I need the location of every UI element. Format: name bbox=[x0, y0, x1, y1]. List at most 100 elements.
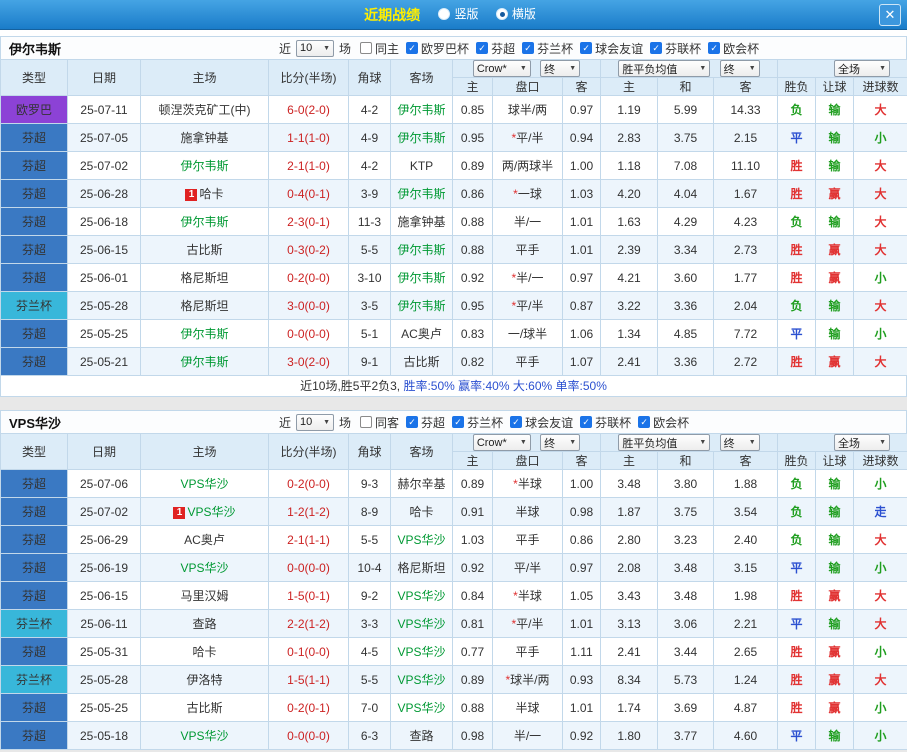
final-select-1[interactable]: 终 ▼ bbox=[540, 60, 581, 77]
goals-over-under: 小 bbox=[853, 721, 907, 750]
final-select-1[interactable]: 终 ▼ bbox=[540, 434, 581, 451]
away-team-name: VPS华沙 bbox=[397, 645, 446, 659]
league-checkbox-5[interactable]: ✓ 欧会杯 bbox=[708, 40, 759, 57]
checkbox-icon[interactable]: ✓ bbox=[580, 416, 593, 428]
result-wdl: 平 bbox=[777, 123, 817, 152]
same-venue-checkbox[interactable]: 同主 bbox=[360, 40, 399, 57]
layout-option-vertical[interactable]: 竖版 bbox=[438, 5, 479, 22]
result-wdl: 负 bbox=[777, 95, 817, 124]
asian-handicap: 球半/两 bbox=[492, 95, 563, 124]
away-team-name: VPS华沙 bbox=[397, 533, 446, 547]
checkbox-icon[interactable]: ✓ bbox=[406, 416, 419, 428]
league-type-badge: 芬超 bbox=[0, 319, 68, 348]
result-wdl: 平 bbox=[777, 553, 817, 582]
checkbox-icon[interactable] bbox=[360, 42, 373, 54]
euro-lose-odds: 1.24 bbox=[712, 665, 779, 694]
league-checkbox-2[interactable]: ✓ 芬兰杯 bbox=[522, 40, 573, 57]
checkbox-icon[interactable]: ✓ bbox=[476, 42, 489, 54]
bookmaker-select[interactable]: Crow* ▼ bbox=[472, 60, 531, 77]
score: 0-0(0-0) bbox=[268, 553, 349, 582]
same-venue-checkbox[interactable]: 同客 bbox=[360, 414, 399, 431]
checkbox-icon[interactable]: ✓ bbox=[708, 42, 721, 54]
corner-score: 5-5 bbox=[348, 665, 391, 694]
euro-win-odds: 2.41 bbox=[600, 637, 658, 666]
league-checkbox-2[interactable]: ✓ 球会友谊 bbox=[510, 414, 573, 431]
odds-average-select[interactable]: 胜平负均值 ▼ bbox=[618, 434, 711, 451]
euro-win-odds: 1.80 bbox=[600, 721, 658, 750]
league-checkbox-3[interactable]: ✓ 芬联杯 bbox=[580, 414, 631, 431]
league-checkbox-1[interactable]: ✓ 芬兰杯 bbox=[452, 414, 503, 431]
euro-win-odds: 2.39 bbox=[600, 235, 658, 264]
euro-lose-odds: 2.15 bbox=[712, 123, 779, 152]
match-date: 25-06-18 bbox=[67, 207, 141, 236]
layout-option-horizontal[interactable]: 横版 bbox=[495, 5, 536, 22]
score: 0-0(0-0) bbox=[268, 721, 349, 750]
chevron-down-icon: ▼ bbox=[748, 439, 756, 446]
scope-select-value: 全场 bbox=[838, 437, 861, 450]
corner-score: 9-2 bbox=[348, 581, 391, 610]
checkbox-icon[interactable]: ✓ bbox=[580, 42, 593, 54]
league-checkbox-0[interactable]: ✓ 欧罗巴杯 bbox=[406, 40, 469, 57]
match-date: 25-06-15 bbox=[67, 581, 141, 610]
asian-handicap: *平/半 bbox=[492, 123, 563, 152]
corner-score: 6-3 bbox=[348, 721, 391, 750]
result-wdl: 平 bbox=[777, 721, 817, 750]
asian-home-odds: 0.81 bbox=[452, 609, 493, 638]
odds-average-select[interactable]: 胜平负均值 ▼ bbox=[618, 60, 711, 77]
final-select-2[interactable]: 终 ▼ bbox=[719, 60, 760, 77]
league-checkbox-4[interactable]: ✓ 欧会杯 bbox=[638, 414, 689, 431]
home-team: 伊尔韦斯 bbox=[140, 319, 269, 348]
goals-over-under: 小 bbox=[853, 123, 907, 152]
home-team: VPS华沙 bbox=[140, 469, 269, 498]
checkbox-icon[interactable]: ✓ bbox=[522, 42, 535, 54]
score: 1-2(1-2) bbox=[268, 497, 349, 526]
league-checkbox-5-label: 欧会杯 bbox=[723, 41, 760, 56]
league-type-badge: 芬超 bbox=[0, 581, 68, 610]
away-team-name: 施拿钟基 bbox=[397, 215, 446, 229]
scope-select[interactable]: 全场 ▼ bbox=[834, 434, 891, 451]
result-wdl: 负 bbox=[777, 469, 817, 498]
handicap-result: 输 bbox=[815, 497, 855, 526]
checkbox-icon[interactable]: ✓ bbox=[650, 42, 663, 54]
scope-select[interactable]: 全场 ▼ bbox=[834, 60, 891, 77]
asian-handicap: 半/一 bbox=[492, 721, 563, 750]
result-wdl: 负 bbox=[777, 497, 817, 526]
away-team-name: VPS华沙 bbox=[397, 617, 446, 631]
match-row: 欧罗巴 25-07-11 顿涅茨克矿工(中) 6-0(2-0) 4-2 伊尔韦斯 0.85 球… bbox=[0, 95, 907, 124]
result-wdl: 胜 bbox=[777, 347, 817, 376]
chevron-down-icon: ▼ bbox=[569, 439, 577, 446]
result-wdl: 负 bbox=[777, 291, 817, 320]
subcol-asian-home: 主 bbox=[452, 451, 493, 470]
checkbox-icon[interactable]: ✓ bbox=[510, 416, 523, 428]
league-checkbox-0[interactable]: ✓ 芬超 bbox=[406, 414, 445, 431]
checkbox-icon[interactable]: ✓ bbox=[452, 416, 465, 428]
match-count-select[interactable]: 10 ▼ bbox=[296, 413, 335, 431]
match-count-select[interactable]: 10 ▼ bbox=[296, 39, 335, 57]
asian-handicap: *平/半 bbox=[492, 291, 563, 320]
radio-unchecked-icon[interactable] bbox=[438, 7, 451, 20]
asian-home-odds: 0.88 bbox=[452, 207, 493, 236]
match-row: 芬超 25-06-15 古比斯 0-3(0-2) 5-5 伊尔韦斯 0.88 平手 1.01 2.… bbox=[0, 235, 907, 264]
final-select-2[interactable]: 终 ▼ bbox=[719, 434, 760, 451]
away-team-name: VPS华沙 bbox=[397, 673, 446, 687]
bookmaker-select-value: Crow* bbox=[476, 436, 507, 449]
goals-over-under: 大 bbox=[853, 151, 907, 180]
checkbox-icon[interactable]: ✓ bbox=[638, 416, 651, 428]
league-checkbox-1[interactable]: ✓ 芬超 bbox=[476, 40, 515, 57]
checkbox-icon[interactable]: ✓ bbox=[406, 42, 419, 54]
score: 0-2(0-1) bbox=[268, 693, 349, 722]
score: 3-0(0-0) bbox=[268, 291, 349, 320]
filter-bar-1: 伊尔韦斯 近 10 ▼ 场同主 ✓ 欧罗巴杯 ✓ 芬超 ✓ 芬兰杯 ✓ 球会友谊 ✓ 芬联杯 ✓ 欧会杯 bbox=[0, 36, 907, 59]
radio-checked-icon[interactable] bbox=[495, 7, 508, 20]
euro-draw-odds: 3.77 bbox=[657, 721, 714, 750]
close-button[interactable]: ✕ bbox=[879, 4, 901, 26]
match-date: 25-06-19 bbox=[67, 553, 141, 582]
bookmaker-select[interactable]: Crow* ▼ bbox=[472, 434, 531, 451]
league-checkbox-3[interactable]: ✓ 球会友谊 bbox=[580, 40, 643, 57]
league-checkbox-4[interactable]: ✓ 芬联杯 bbox=[650, 40, 701, 57]
checkbox-icon[interactable] bbox=[360, 416, 373, 428]
asian-handicap: *球半/两 bbox=[492, 665, 563, 694]
away-team: 古比斯 bbox=[390, 347, 453, 376]
home-team-name: 伊尔韦斯 bbox=[180, 215, 229, 229]
euro-lose-odds: 4.87 bbox=[712, 693, 779, 722]
